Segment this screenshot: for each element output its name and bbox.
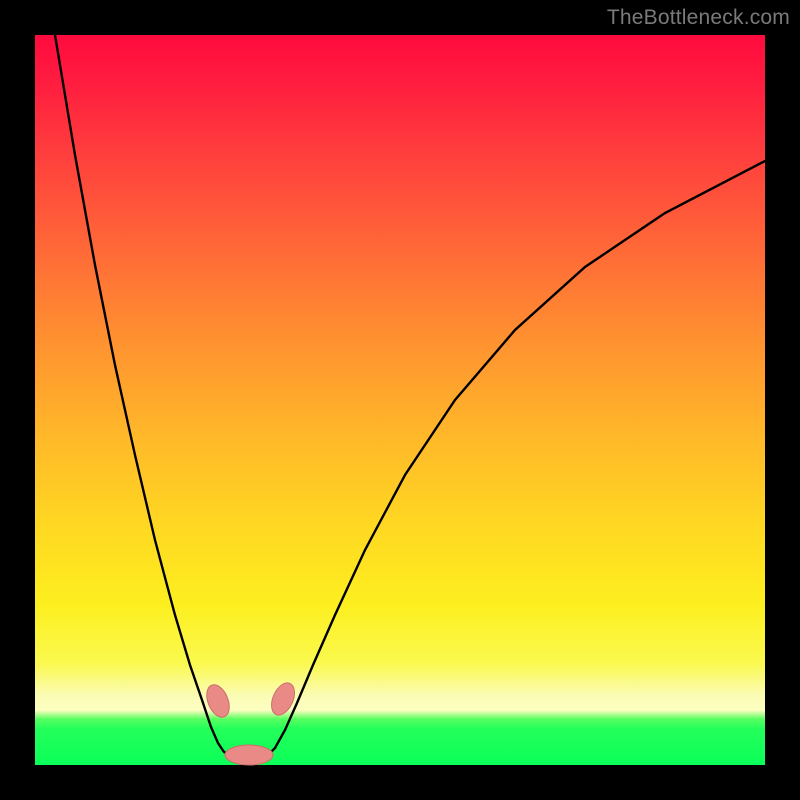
bottleneck-curve <box>55 35 765 760</box>
curve-right-branch <box>268 161 765 755</box>
curve-svg <box>35 35 765 765</box>
markers-group <box>202 679 299 765</box>
bottom-lozenge <box>225 745 273 765</box>
right-lozenge <box>267 679 299 718</box>
watermark-label: TheBottleneck.com <box>607 6 790 30</box>
plot-area <box>35 35 765 765</box>
curve-left-branch <box>55 35 230 755</box>
chart-frame: TheBottleneck.com <box>0 0 800 800</box>
